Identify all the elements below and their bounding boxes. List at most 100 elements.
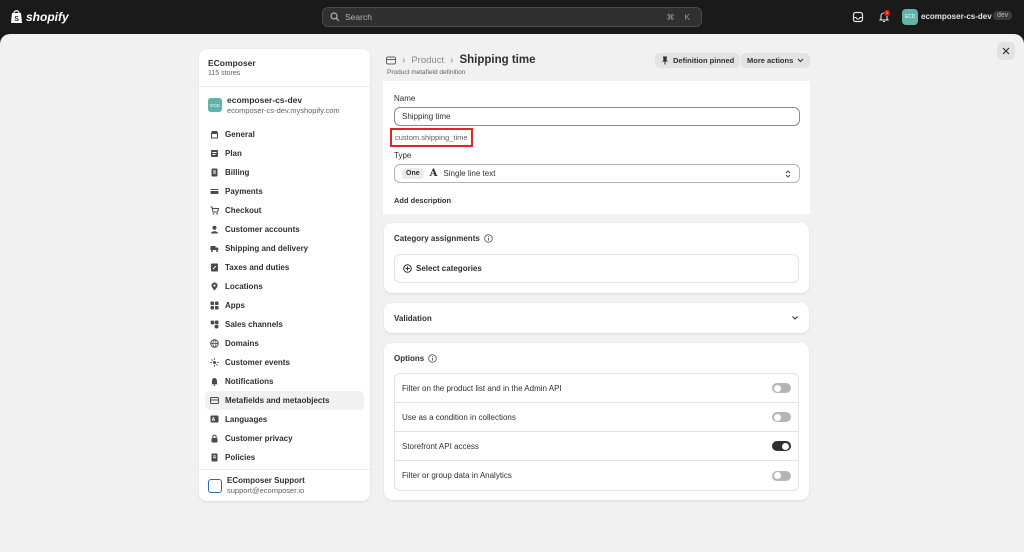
apps-icon (210, 301, 219, 310)
sidebar-item-plan[interactable]: Plan (205, 144, 364, 163)
sidebar-item-customer-events[interactable]: Customer events (205, 353, 364, 372)
select-arrows-icon (785, 169, 791, 178)
sidebar-item-customer-accounts[interactable]: Customer accounts (205, 220, 364, 239)
bell-icon (211, 378, 218, 386)
sidebar-item-apps[interactable]: Apps (205, 296, 364, 315)
definition-card: Name Shipping time custom.shipping_time … (384, 82, 809, 213)
shopify-logo[interactable]: S shopify (10, 9, 69, 24)
more-actions-label: More actions (747, 56, 794, 65)
close-button[interactable] (997, 42, 1015, 60)
sidebar-item-label: Locations (225, 282, 263, 291)
option-row: Use as a condition in collections (395, 403, 798, 432)
sidebar-item-shipping[interactable]: Shipping and delivery (205, 239, 364, 258)
sidebar-item-notifications[interactable]: Notifications (205, 372, 364, 391)
sidebar-item-label: Apps (225, 301, 245, 310)
sidebar-item-general[interactable]: General (205, 125, 364, 144)
chevron-down-icon (792, 316, 798, 320)
select-categories-label: Select categories (416, 264, 482, 273)
store-name[interactable]: ecomposer-cs-dev (921, 12, 992, 21)
sidebar-item-label: Plan (225, 149, 242, 158)
sidebar-item-label: Policies (225, 453, 256, 462)
page-title: Shipping time (459, 54, 536, 66)
sidebar-item-label: Notifications (225, 377, 274, 386)
option-toggle[interactable] (772, 470, 791, 481)
metafields-breadcrumb-icon[interactable] (386, 56, 396, 65)
sidebar-item-billing[interactable]: Billing (205, 163, 364, 182)
location-icon (211, 282, 218, 291)
sidebar-item-label: Shipping and delivery (225, 244, 309, 253)
settings-nav: General Plan Billing Payments Checkout C… (199, 123, 370, 469)
current-store[interactable]: ECD ecomposer-cs-dev ecomposer-cs-dev.my… (199, 87, 370, 123)
support-email: support@ecomposer.io (227, 486, 305, 495)
sidebar-item-label: Customer events (225, 358, 290, 367)
sidebar-item-label: Domains (225, 339, 259, 348)
validation-card[interactable]: Validation (384, 303, 809, 333)
namespace-key-highlight[interactable]: custom.shipping_time (390, 128, 473, 147)
breadcrumb-separator: › (450, 54, 454, 66)
option-label: Filter or group data in Analytics (402, 471, 512, 480)
search-bar[interactable]: Search ⌘ K (322, 7, 702, 27)
support-logo-icon (208, 478, 222, 493)
option-toggle[interactable] (772, 441, 791, 451)
sidebar-item-label: Customer accounts (225, 225, 300, 234)
truck-icon (210, 246, 219, 252)
brand-name: shopify (26, 9, 69, 24)
option-toggle[interactable] (772, 412, 791, 422)
inbox-icon[interactable] (852, 11, 864, 23)
events-icon (210, 358, 219, 367)
type-select[interactable]: One A Single line text (394, 164, 800, 183)
person-icon (211, 225, 218, 234)
globe-icon (210, 339, 219, 348)
cart-icon (210, 206, 219, 215)
sidebar-item-domains[interactable]: Domains (205, 334, 364, 353)
sidebar-item-languages[interactable]: A Languages (205, 410, 364, 429)
text-type-icon: A (429, 168, 438, 179)
namespace-key: custom.shipping_time (395, 133, 468, 142)
add-description-link[interactable]: Add description (394, 196, 451, 205)
options-list: Filter on the product list and in the Ad… (394, 373, 799, 491)
sidebar-item-payments[interactable]: Payments (205, 182, 364, 201)
validation-title: Validation (394, 314, 432, 323)
breadcrumb: › Product › Shipping time (386, 54, 535, 66)
category-assignments-title: Category assignments (394, 234, 493, 243)
support-footer[interactable]: EComposer Support support@ecomposer.io (199, 469, 370, 501)
sidebar-item-label: Customer privacy (225, 434, 293, 443)
sidebar-item-policies[interactable]: Policies (205, 448, 364, 467)
option-label: Use as a condition in collections (402, 412, 516, 422)
info-icon[interactable] (428, 354, 437, 363)
search-placeholder: Search (345, 12, 372, 22)
breadcrumb-parent[interactable]: Product (411, 55, 444, 66)
svg-text:S: S (14, 16, 19, 23)
sidebar-item-metafields[interactable]: Metafields and metaobjects (205, 391, 364, 410)
select-categories-button[interactable]: Select categories (394, 254, 799, 283)
store-avatar[interactable]: ECD (902, 9, 918, 25)
store-icon (211, 131, 218, 139)
payments-icon (210, 189, 219, 194)
shopify-bag-icon: S (11, 10, 22, 23)
definition-pinned-button[interactable]: Definition pinned (655, 53, 741, 68)
sidebar-item-customer-privacy[interactable]: Customer privacy (205, 429, 364, 448)
option-row: Filter on the product list and in the Ad… (395, 374, 798, 403)
info-icon[interactable] (484, 234, 493, 243)
pin-icon (662, 56, 668, 65)
organization-header[interactable]: EComposer 115 stores (199, 49, 370, 87)
sidebar-item-sales-channels[interactable]: Sales channels (205, 315, 364, 334)
support-name: EComposer Support (227, 476, 305, 485)
name-input[interactable]: Shipping time (394, 107, 800, 126)
more-actions-button[interactable]: More actions (741, 53, 811, 68)
sidebar-item-taxes[interactable]: Taxes and duties (205, 258, 364, 277)
sidebar-item-label: Checkout (225, 206, 262, 215)
option-toggle[interactable] (772, 383, 791, 393)
languages-icon: A (210, 415, 219, 423)
sidebar-item-label: Sales channels (225, 320, 283, 329)
settings-modal: EComposer 115 stores ECD ecomposer-cs-de… (0, 34, 1024, 552)
close-icon (1002, 47, 1010, 55)
tax-icon (211, 263, 218, 272)
option-label: Storefront API access (402, 441, 479, 451)
metafields-icon (210, 397, 219, 404)
sidebar-item-locations[interactable]: Locations (205, 277, 364, 296)
sidebar-item-checkout[interactable]: Checkout (205, 201, 364, 220)
svg-text:A: A (212, 417, 216, 423)
store-title: ecomposer-cs-dev (227, 95, 303, 105)
name-input-value: Shipping time (402, 112, 451, 121)
